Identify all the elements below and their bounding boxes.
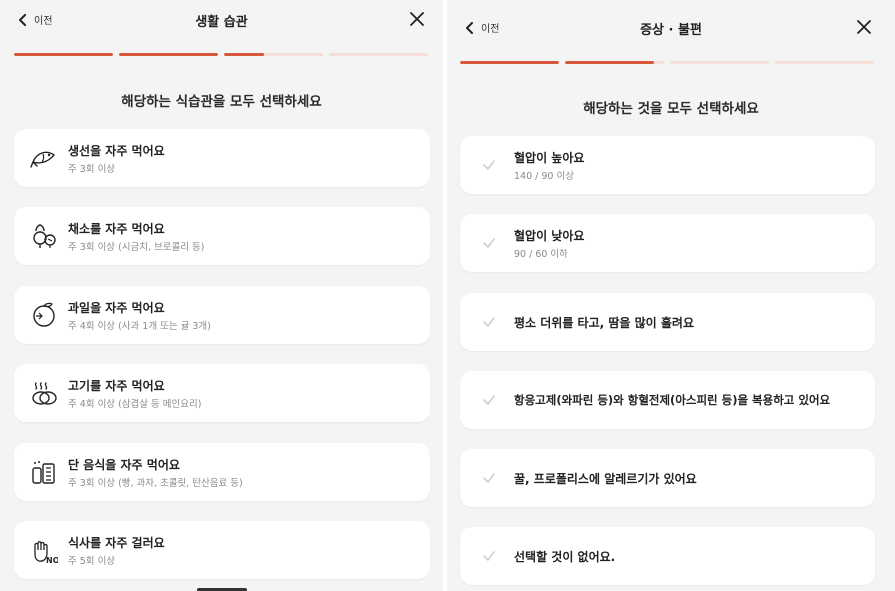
check-icon [483,473,495,483]
check-icon [483,551,495,561]
option-sublabel: 140 / 90 이상 [514,171,574,182]
option-sublabel: 주 5회 이상 [68,556,116,567]
page-title: 생활 습관 [195,15,248,30]
option-sublabel: 주 4회 이상 (삼겹살 등 메인요리) [68,399,202,410]
question-title: 해당하는 것을 모두 선택하세요 [583,101,759,117]
progress-step-1 [460,61,559,64]
check-icon [483,395,495,405]
symptoms-screen: 이전 증상 · 불편 해당하는 것을 모두 선택하세요 혈압이 높아요 140 … [447,0,895,591]
option-sublabel: 주 4회 이상 (사과 1개 또는 귤 3개) [68,321,211,332]
option-sublabel: 90 / 60 이하 [514,249,568,260]
progress-step-3 [224,53,323,56]
progress-step-3 [670,61,769,64]
option-meat[interactable]: 고기를 자주 먹어요 주 4회 이상 (삼겹살 등 메인요리) [14,364,430,422]
progress-step-1 [14,53,113,56]
option-vegetables[interactable]: 채소를 자주 먹어요 주 3회 이상 (시금치, 브로콜리 등) [14,207,430,265]
fish-icon [30,151,56,168]
option-skip-meals[interactable]: NO 식사를 자주 걸러요 주 5회 이상 [14,521,430,579]
fruit-icon [33,302,55,327]
option-sublabel: 주 3회 이상 (시금치, 브로콜리 등) [68,242,205,253]
option-label: 생선을 자주 먹어요 [68,144,165,158]
option-label: 꿀, 프로폴리스에 알레르기가 있어요 [514,472,697,486]
header: 이전 생활 습관 [0,0,443,40]
progress-step-4 [775,61,874,64]
option-label: 채소를 자주 먹어요 [68,222,165,236]
question-title: 해당하는 식습관을 모두 선택하세요 [121,94,322,110]
lifestyle-screen: 이전 생활 습관 해당하는 식습관을 모두 선택하세요 생선을 자주 먹어요 주… [0,0,443,591]
option-label: 과일을 자주 먹어요 [68,301,165,315]
option-sublabel: 주 3회 이상 (빵, 과자, 초콜릿, 탄산음료 등) [68,478,243,489]
option-heat-sweating[interactable]: 평소 더위를 타고, 땀을 많이 흘려요 [460,293,875,351]
skip-meal-icon: NO [34,541,58,564]
option-label: 단 음식을 자주 먹어요 [68,458,180,472]
check-icon [483,160,495,170]
option-label: 혈압이 높아요 [514,151,585,165]
option-sweets[interactable]: 단 음식을 자주 먹어요 주 3회 이상 (빵, 과자, 초콜릿, 탄산음료 등… [14,443,430,501]
option-low-blood-pressure[interactable]: 혈압이 낮아요 90 / 60 이하 [460,214,875,272]
svg-text:NO: NO [46,556,58,564]
option-fruit[interactable]: 과일을 자주 먹어요 주 4회 이상 (사과 1개 또는 귤 3개) [14,286,430,344]
option-label: 평소 더위를 타고, 땀을 많이 흘려요 [514,316,695,330]
vegetable-icon [33,224,56,248]
option-label: 항응고제(와파린 등)와 항혈전제(아스피린 등)을 복용하고 있어요 [514,393,831,407]
progress-bar [14,53,428,56]
option-anticoagulant[interactable]: 항응고제(와파린 등)와 항혈전제(아스피린 등)을 복용하고 있어요 [460,371,875,429]
page-title: 증상 · 불편 [640,23,702,38]
meat-icon [32,382,57,405]
progress-step-4 [329,53,428,56]
option-label: 식사를 자주 걸러요 [68,536,165,550]
sweets-icon [32,461,55,484]
check-icon [483,317,495,327]
option-label: 선택할 것이 없어요. [514,550,616,564]
option-high-blood-pressure[interactable]: 혈압이 높아요 140 / 90 이상 [460,136,875,194]
progress-step-2 [119,53,218,56]
option-label: 혈압이 낮아요 [514,229,585,243]
header: 이전 증상 · 불편 [447,8,895,48]
close-icon[interactable] [410,12,424,26]
option-fish[interactable]: 생선을 자주 먹어요 주 3회 이상 [14,129,430,187]
progress-step-2 [565,61,664,64]
option-sublabel: 주 3회 이상 [68,164,116,175]
progress-bar [460,61,874,64]
option-none[interactable]: 선택할 것이 없어요. [460,527,875,585]
option-honey-allergy[interactable]: 꿀, 프로폴리스에 알레르기가 있어요 [460,449,875,507]
option-label: 고기를 자주 먹어요 [68,379,165,393]
close-icon[interactable] [857,20,871,34]
check-icon [483,238,495,248]
